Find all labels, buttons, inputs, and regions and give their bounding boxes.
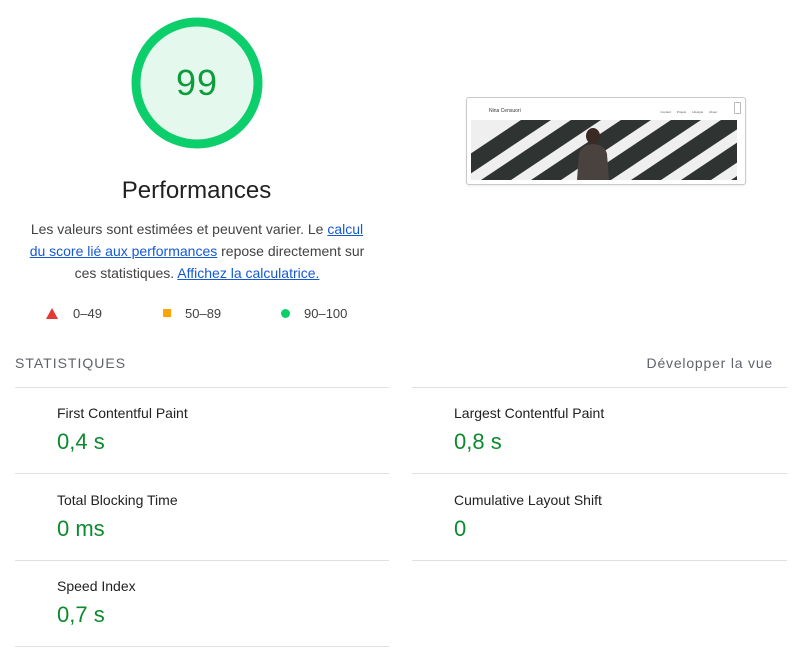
divider — [15, 387, 389, 388]
divider — [412, 473, 787, 474]
metric-name: Speed Index — [57, 578, 136, 594]
gauge-title: Performances — [121, 177, 272, 204]
metrics-section-title: STATISTIQUES — [15, 355, 127, 371]
preview-nav: Contact Projets Lifestyle About — [660, 110, 717, 114]
legend-pass-label: 90–100 — [304, 306, 348, 321]
preview-nav-item: Projets — [676, 110, 687, 114]
legend-fail-label: 0–49 — [73, 306, 102, 321]
performance-gauge: 99 — [130, 16, 264, 150]
score-description: Les valeurs sont estimées et peuvent var… — [22, 218, 372, 284]
divider — [412, 560, 787, 561]
preview-nav-item: Lifestyle — [692, 110, 704, 114]
striped-hero-image — [471, 120, 737, 180]
preview-hero-image — [471, 120, 737, 180]
divider — [15, 560, 389, 561]
divider — [15, 646, 389, 647]
preview-nav-item: About — [709, 110, 717, 114]
divider — [412, 387, 787, 388]
metric-value: 0 — [454, 516, 467, 541]
metric-name: Largest Contentful Paint — [454, 405, 605, 421]
description-text: Les valeurs sont estimées et peuvent var… — [30, 221, 328, 237]
preview-site-name: Nina Censuori — [489, 108, 521, 114]
gauge-score: 99 — [175, 62, 219, 103]
divider — [15, 473, 389, 474]
metric-value: 0,4 s — [57, 429, 105, 454]
metric-value: 0,8 s — [454, 429, 502, 454]
metric-value: 0,7 s — [57, 602, 105, 627]
metric-name: First Contentful Paint — [57, 405, 188, 421]
metric-name: Total Blocking Time — [57, 492, 178, 508]
preview-nav-item: Contact — [660, 110, 671, 114]
fail-triangle-icon — [46, 308, 58, 319]
page-screenshot-preview: Nina Censuori Contact Projets Lifestyle … — [466, 97, 746, 185]
expand-view-toggle[interactable]: Développer la vue — [647, 355, 773, 371]
metric-value: 0 ms — [57, 516, 105, 541]
metric-name: Cumulative Layout Shift — [454, 492, 602, 508]
pass-circle-icon — [281, 309, 290, 318]
legend-average-label: 50–89 — [185, 306, 222, 321]
average-square-icon — [163, 309, 171, 317]
preview-scrollbar — [734, 102, 741, 114]
calculator-link[interactable]: Affichez la calculatrice. — [177, 265, 319, 281]
